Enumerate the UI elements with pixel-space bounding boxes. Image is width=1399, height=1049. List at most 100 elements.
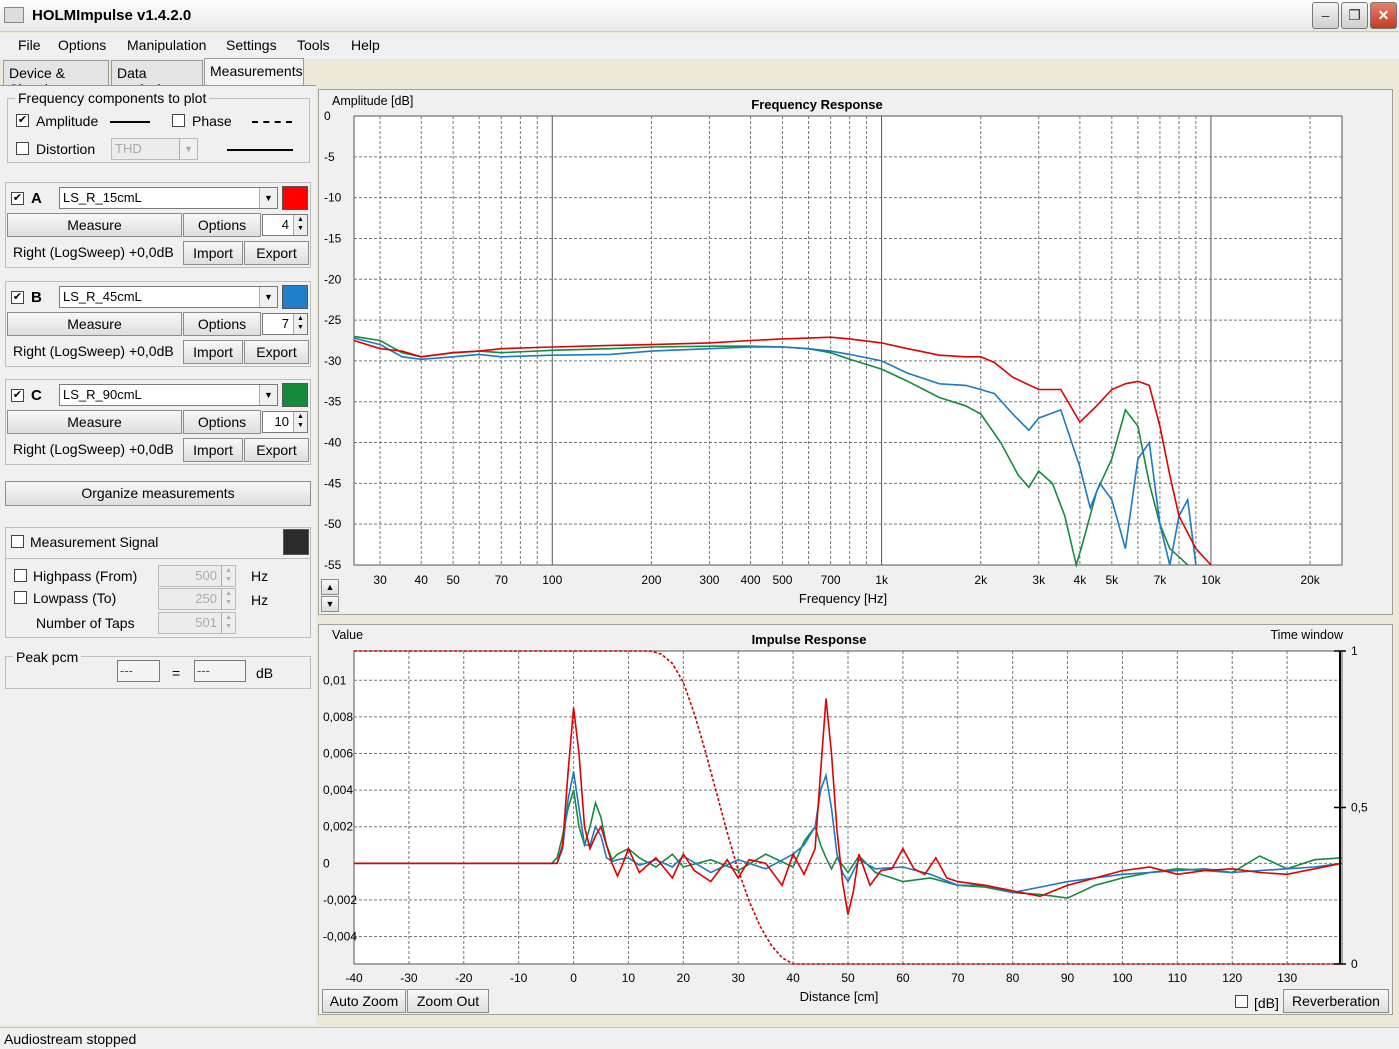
organize-measurements-button[interactable]: Organize measurements: [5, 481, 311, 506]
minimize-button[interactable]: –: [1312, 2, 1339, 29]
peak-pcm-field[interactable]: ---: [117, 660, 160, 682]
measurement-a-checkbox[interactable]: ✔: [11, 192, 24, 205]
chevron-down-icon: ▼: [259, 287, 277, 307]
spin-arrows-icon[interactable]: ▲ ▼: [221, 566, 235, 586]
taps-spinner[interactable]: 501 ▲ ▼: [158, 612, 236, 634]
close-button[interactable]: ✕: [1370, 2, 1397, 29]
x-tick-label: 110: [1168, 971, 1187, 985]
amplitude-checkbox[interactable]: ✔: [16, 114, 29, 127]
measurement-a-select[interactable]: LS_R_15cmL ▼: [59, 187, 278, 209]
measurement-a-export-button[interactable]: Export: [244, 241, 309, 265]
frequency-response-chart[interactable]: 0 -5 -10 -15 -20 -25 -30 -35 -40 -45 -50 -55 30 40 50 7…: [319, 90, 1394, 616]
peak-title: Peak pcm: [13, 649, 82, 665]
auto-zoom-button[interactable]: Auto Zoom: [322, 989, 406, 1013]
chart-title: Frequency Response: [751, 97, 883, 112]
y-axis-label: Amplitude [dB]: [332, 94, 413, 108]
measurement-a-measure-button[interactable]: Measure: [7, 213, 182, 237]
measurement-c-smoothing-spinner[interactable]: 10 ▲ ▼: [262, 411, 308, 433]
tab-measurements[interactable]: Measurements: [204, 58, 304, 85]
measurement-c-letter: C: [31, 387, 42, 404]
measurement-b-select[interactable]: LS_R_45cmL ▼: [59, 286, 278, 308]
db-checkbox[interactable]: [1235, 995, 1248, 1008]
measurement-c-measure-button[interactable]: Measure: [7, 410, 182, 434]
highpass-spinner[interactable]: 500 ▲ ▼: [158, 565, 236, 587]
menu-file[interactable]: File: [18, 37, 41, 53]
measurement-a-name: LS_R_15cmL: [63, 190, 142, 205]
measurement-b-color-swatch[interactable]: [282, 285, 308, 309]
measurement-b-options-button[interactable]: Options: [183, 312, 261, 336]
measurement-b-import-button[interactable]: Import: [183, 340, 243, 364]
distortion-checkbox[interactable]: [16, 142, 29, 155]
phase-checkbox[interactable]: [172, 114, 185, 127]
measurement-c-info: Right (LogSweep) +0,0dB: [13, 441, 174, 457]
measurement-c-color-swatch[interactable]: [282, 383, 308, 407]
x-tick-label: 70: [495, 573, 509, 587]
measurement-b-smoothing-value: 7: [281, 316, 289, 331]
menu-tools[interactable]: Tools: [297, 37, 330, 53]
x-tick-label: -10: [510, 971, 528, 985]
lowpass-checkbox[interactable]: [14, 591, 27, 604]
measurement-c-import-button[interactable]: Import: [183, 438, 243, 462]
x-tick-label: 60: [896, 971, 910, 985]
x-tick-label: 100: [542, 573, 562, 587]
maximize-button[interactable]: ❐: [1341, 2, 1368, 29]
x-tick-label: 120: [1222, 971, 1242, 985]
menu-help[interactable]: Help: [351, 37, 380, 53]
scroll-up-button[interactable]: ▲: [321, 579, 339, 595]
frequency-components-title: Frequency components to plot: [15, 90, 210, 106]
y-tick-label: -50: [324, 517, 342, 531]
peak-db-field[interactable]: ---: [194, 660, 246, 682]
left-panel: Frequency components to plot ✔ Amplitude…: [0, 85, 316, 1025]
menu-settings[interactable]: Settings: [226, 37, 277, 53]
x-tick-label: 80: [1006, 971, 1020, 985]
y-tick-label: 0,004: [323, 783, 353, 797]
tab-data-analysis[interactable]: Data analysis: [111, 60, 203, 97]
db-label: [dB]: [1254, 995, 1279, 1011]
lowpass-unit: Hz: [251, 592, 269, 608]
spin-arrows-icon[interactable]: ▲ ▼: [293, 215, 307, 235]
spin-arrows-icon[interactable]: ▲ ▼: [293, 314, 307, 334]
x-tick-label: 200: [641, 573, 661, 587]
y2-axis-label: Time window: [1271, 628, 1344, 642]
measurement-a-options-button[interactable]: Options: [183, 213, 261, 237]
measurement-b-smoothing-spinner[interactable]: 7 ▲ ▼: [262, 313, 308, 335]
measurement-a-color-swatch[interactable]: [282, 186, 308, 210]
measurement-a-smoothing-spinner[interactable]: 4 ▲ ▼: [262, 214, 308, 236]
y-tick-label: -45: [324, 476, 342, 490]
y-tick-label: 0: [323, 856, 330, 870]
menu-options[interactable]: Options: [58, 37, 106, 53]
y-tick-label: 0,006: [323, 747, 353, 761]
y-tick-label: -25: [324, 313, 342, 327]
title-bar: HOLMImpulse v1.4.2.0 – ❐ ✕: [0, 0, 1399, 32]
x-tick-label: 20k: [1300, 573, 1320, 587]
spin-arrows-icon[interactable]: ▲ ▼: [293, 412, 307, 432]
measurement-b-measure-button[interactable]: Measure: [7, 312, 182, 336]
tab-device-signal[interactable]: Device & Signal: [3, 60, 109, 97]
scroll-down-button[interactable]: ▼: [321, 596, 339, 612]
measurement-b-export-button[interactable]: Export: [244, 340, 309, 364]
zoom-out-button[interactable]: Zoom Out: [407, 989, 489, 1013]
x-tick-label: 100: [1112, 971, 1132, 985]
measurement-c-select[interactable]: LS_R_90cmL ▼: [59, 384, 278, 406]
x-tick-label: 7k: [1154, 573, 1168, 587]
lowpass-spinner[interactable]: 250 ▲ ▼: [158, 588, 236, 610]
x-tick-label: 300: [699, 573, 719, 587]
x-tick-label: 4k: [1074, 573, 1088, 587]
measurement-b-checkbox[interactable]: ✔: [11, 291, 24, 304]
measurement-c-options-button[interactable]: Options: [183, 410, 261, 434]
measurement-signal-checkbox[interactable]: [11, 535, 24, 548]
impulse-response-chart[interactable]: -40 -30 -20 -10 0 10 20 30 40 50 60 70 80 90 100 110 120…: [319, 625, 1394, 1016]
spin-arrows-icon[interactable]: ▲ ▼: [221, 589, 235, 609]
taps-label: Number of Taps: [36, 615, 135, 631]
distortion-select[interactable]: THD ▼: [111, 138, 198, 160]
highpass-checkbox[interactable]: [14, 569, 27, 582]
menu-manipulation[interactable]: Manipulation: [127, 37, 206, 53]
reverberation-button[interactable]: Reverberation: [1283, 989, 1389, 1013]
measurement-c-export-button[interactable]: Export: [244, 438, 309, 462]
spin-arrows-icon[interactable]: ▲ ▼: [221, 613, 235, 633]
measurement-signal-color-swatch[interactable]: [283, 529, 309, 555]
x-tick-label: 70: [951, 971, 965, 985]
measurement-c-checkbox[interactable]: ✔: [11, 389, 24, 402]
measurement-a-import-button[interactable]: Import: [183, 241, 243, 265]
y-tick-label: -5: [324, 150, 335, 164]
